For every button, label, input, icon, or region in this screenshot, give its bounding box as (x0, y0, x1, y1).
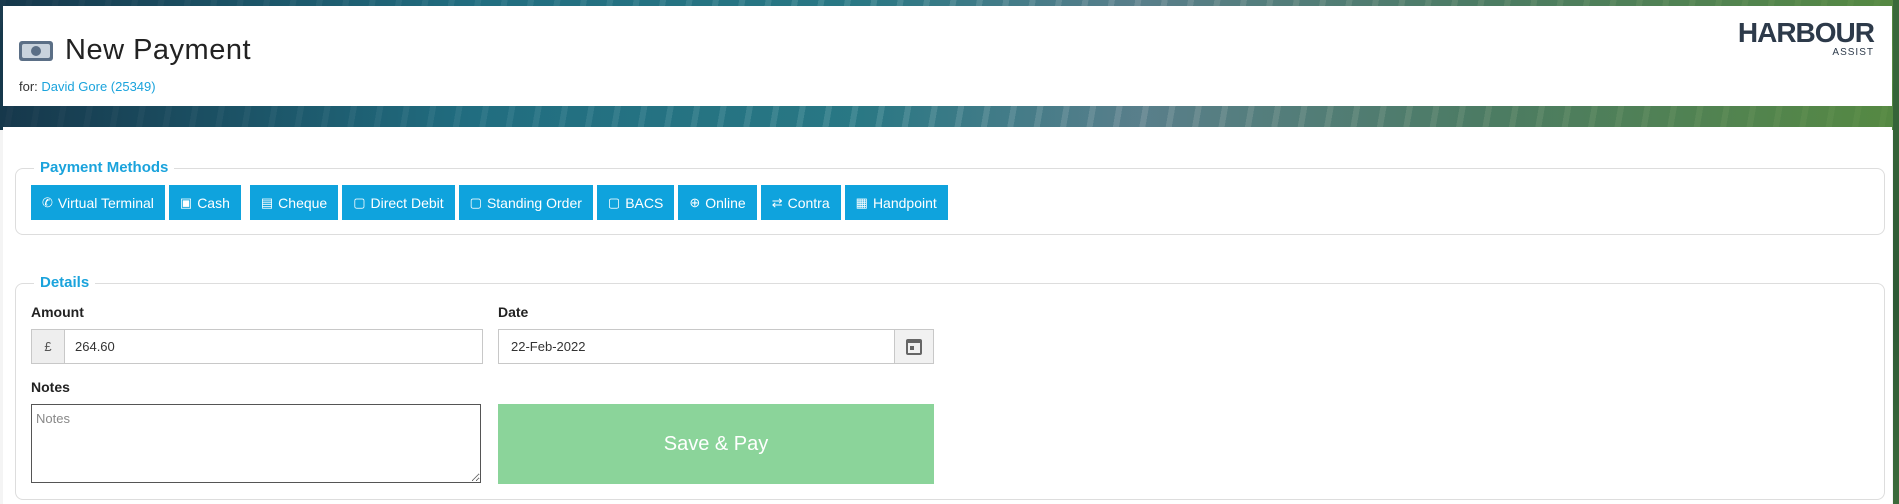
contra-label: Contra (787, 194, 830, 211)
virtual-terminal-label: Virtual Terminal (57, 194, 154, 211)
date-label: Date (498, 304, 529, 320)
date-input[interactable] (499, 330, 894, 363)
notes-label: Notes (31, 379, 70, 395)
cheque-button[interactable]: ▤ Cheque (249, 185, 339, 220)
direct-debit-button[interactable]: ▢ Direct Debit (342, 185, 455, 220)
online-button[interactable]: ⊕ Online (678, 185, 757, 220)
customer-line: for: David Gore (25349) (19, 79, 156, 94)
calendar-icon (906, 338, 922, 355)
background-edge (1893, 0, 1899, 504)
calendar-icon: ▢ (353, 194, 366, 210)
logo-sub-text: ASSIST (1832, 47, 1874, 58)
main-content: Payment Methods ✆ Virtual Terminal ▣ Cas… (3, 127, 1892, 504)
save-and-pay-button[interactable]: Save & Pay (498, 404, 934, 484)
bacs-label: BACS (625, 194, 664, 211)
globe-icon: ⊕ (689, 194, 701, 210)
virtual-terminal-button[interactable]: ✆ Virtual Terminal (31, 185, 165, 220)
currency-symbol: £ (32, 330, 65, 363)
payment-methods-legend: Payment Methods (34, 159, 175, 176)
exchange-icon: ⇄ (771, 194, 783, 210)
standing-order-label: Standing Order (486, 194, 582, 211)
customer-link[interactable]: David Gore (25349) (41, 79, 155, 94)
title-row: New Payment (19, 34, 251, 67)
bacs-button[interactable]: ▢ BACS (596, 185, 675, 220)
money-icon (19, 40, 53, 61)
handpoint-label: Handpoint (872, 194, 937, 211)
notes-textarea[interactable] (31, 404, 481, 483)
phone-icon: ✆ (42, 194, 53, 210)
amount-label: Amount (31, 304, 84, 320)
cheque-icon: ▤ (260, 194, 274, 210)
contra-button[interactable]: ⇄ Contra (760, 185, 841, 220)
date-picker-button[interactable] (894, 330, 933, 363)
details-legend: Details (34, 274, 96, 291)
details-panel: Details Amount £ Date Notes Save & Pay (15, 274, 1885, 500)
calendar-icon: ▢ (607, 194, 621, 210)
direct-debit-label: Direct Debit (370, 194, 444, 211)
calendar-icon: ▢ (469, 194, 482, 210)
for-label: for: (19, 79, 38, 94)
handpoint-button[interactable]: ▦ Handpoint (844, 185, 948, 220)
cash-label: Cash (197, 194, 230, 211)
payment-methods-panel: Payment Methods ✆ Virtual Terminal ▣ Cas… (15, 159, 1885, 235)
harbour-assist-logo: HARBOUR ASSIST (1737, 17, 1875, 58)
calculator-icon: ▦ (855, 194, 868, 210)
amount-input-group: £ (31, 329, 483, 364)
page-title: New Payment (65, 34, 252, 66)
online-label: Online (705, 194, 746, 211)
cheque-label: Cheque (278, 194, 328, 211)
page-header: New Payment for: David Gore (25349) HARB… (3, 6, 1892, 106)
payment-method-buttons: ✆ Virtual Terminal ▣ Cash ▤ Cheque ▢ Dir… (31, 185, 952, 220)
amount-input[interactable] (65, 330, 482, 363)
date-input-group (498, 329, 934, 364)
money-icon: ▣ (179, 194, 193, 210)
logo-main-text: HARBOUR (1737, 17, 1875, 48)
cash-button[interactable]: ▣ Cash (168, 185, 241, 220)
standing-order-button[interactable]: ▢ Standing Order (458, 185, 593, 220)
